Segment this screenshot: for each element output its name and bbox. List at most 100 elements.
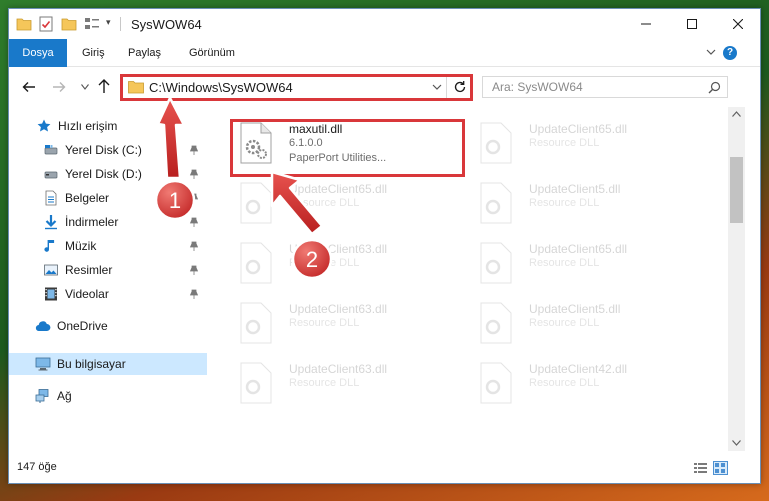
scroll-up-icon[interactable] — [732, 111, 741, 117]
address-bar-highlight: C:\Windows\SysWOW64 — [120, 74, 473, 101]
navigation-pane: Hızlı erişim Yerel Disk (C:) Yerel Disk … — [9, 107, 207, 451]
chevron-down-icon[interactable] — [432, 83, 442, 91]
tab-gorunum[interactable]: Görünüm — [189, 39, 235, 67]
sidebar-item-videos[interactable]: Videolar — [9, 283, 207, 305]
close-button[interactable] — [715, 9, 760, 39]
music-icon — [44, 240, 55, 252]
sidebar-item-onedrive[interactable]: OneDrive — [9, 315, 207, 337]
file-item[interactable]: UpdateClient63.dll Resource DLL — [224, 235, 464, 291]
help-button[interactable]: ? — [723, 46, 737, 60]
view-options-icon[interactable] — [84, 16, 100, 32]
close-icon — [733, 19, 743, 29]
file-description: Resource DLL — [529, 197, 600, 209]
file-description: Resource DLL — [289, 257, 360, 269]
tab-paylas[interactable]: Paylaş — [128, 39, 161, 67]
file-list: maxutil.dll 6.1.0.0 PaperPort Utilities.… — [216, 107, 728, 451]
sidebar-item-pictures[interactable]: Resimler — [9, 259, 207, 281]
title-bar: ▾ SysWOW64 — [9, 9, 760, 39]
sidebar-item-downloads[interactable]: İndirmeler — [9, 211, 207, 233]
file-item[interactable]: UpdateClient42.dll Resource DLL — [464, 355, 704, 411]
search-icon[interactable] — [708, 81, 721, 94]
minimize-button[interactable] — [623, 9, 669, 39]
file-description: Resource DLL — [529, 317, 600, 329]
file-item[interactable]: UpdateClient5.dll Resource DLL — [464, 175, 704, 231]
scroll-down-icon[interactable] — [732, 440, 741, 446]
file-description: Resource DLL — [289, 377, 360, 389]
folder-icon[interactable] — [16, 16, 32, 32]
sidebar-item-documents[interactable]: Belgeler — [9, 187, 207, 209]
search-placeholder: Ara: SysWOW64 — [492, 80, 583, 94]
scrollbar-thumb[interactable] — [730, 157, 743, 223]
refresh-icon[interactable] — [453, 80, 467, 94]
status-bar: 147 öğe — [9, 451, 760, 483]
ribbon-tabs: Dosya Giriş Paylaş Görünüm ? — [9, 39, 760, 67]
pin-icon[interactable] — [189, 145, 199, 155]
file-name: UpdateClient65.dll — [289, 182, 388, 196]
file-item[interactable]: UpdateClient63.dll Resource DLL — [224, 355, 464, 411]
maximize-icon — [687, 19, 697, 29]
properties-check-icon[interactable] — [39, 16, 53, 32]
recent-locations-icon[interactable] — [81, 84, 89, 90]
back-arrow-icon[interactable] — [21, 79, 37, 95]
file-item[interactable]: UpdateClient65.dll Resource DLL — [464, 235, 704, 291]
dll-file-icon — [480, 362, 512, 404]
file-name: UpdateClient5.dll — [529, 302, 621, 316]
navigation-bar: C:\Windows\SysWOW64 Ara: SysWOW64 — [9, 67, 760, 107]
tab-giris[interactable]: Giriş — [82, 39, 105, 67]
dll-file-icon — [480, 302, 512, 344]
file-name: UpdateClient42.dll — [529, 362, 628, 376]
sidebar-item-local-disk-c[interactable]: Yerel Disk (C:) — [9, 139, 207, 161]
file-name: UpdateClient65.dll — [529, 122, 628, 136]
video-icon — [45, 287, 57, 301]
up-arrow-icon[interactable] — [97, 78, 111, 94]
pin-icon[interactable] — [189, 289, 199, 299]
dll-file-icon — [480, 182, 512, 224]
star-icon — [37, 119, 51, 132]
file-highlight-box — [230, 119, 465, 177]
folder-icon — [128, 81, 144, 94]
documents-icon — [45, 190, 57, 206]
pin-icon[interactable] — [189, 241, 199, 251]
sidebar-item-this-pc[interactable]: Bu bilgisayar — [9, 353, 207, 375]
details-view-icon[interactable] — [693, 461, 708, 475]
pin-icon[interactable] — [189, 169, 199, 179]
forward-arrow-icon[interactable] — [51, 79, 67, 95]
download-icon — [45, 215, 57, 230]
file-item[interactable]: UpdateClient65.dll Resource DLL — [464, 115, 704, 171]
pin-icon[interactable] — [189, 265, 199, 275]
expand-ribbon-icon[interactable] — [705, 46, 717, 58]
search-input[interactable]: Ara: SysWOW64 — [482, 76, 728, 98]
dll-file-icon — [480, 122, 512, 164]
file-name: UpdateClient63.dll — [289, 362, 388, 376]
new-folder-icon[interactable] — [61, 16, 77, 32]
file-name: UpdateClient65.dll — [529, 242, 628, 256]
file-description: Resource DLL — [529, 137, 600, 149]
dll-file-icon — [240, 302, 272, 344]
tab-dosya[interactable]: Dosya — [9, 39, 67, 67]
pin-icon[interactable] — [189, 193, 199, 203]
minimize-icon — [641, 23, 651, 25]
file-item[interactable]: UpdateClient5.dll Resource DLL — [464, 295, 704, 351]
explorer-window: ▾ SysWOW64 Dosya Giriş Paylaş Görünüm ? — [8, 8, 761, 484]
sidebar-item-quick-access[interactable]: Hızlı erişim — [9, 115, 207, 137]
file-name: UpdateClient5.dll — [529, 182, 621, 196]
pin-icon[interactable] — [189, 217, 199, 227]
file-description: Resource DLL — [529, 257, 600, 269]
drive-icon — [44, 171, 58, 179]
maximize-button[interactable] — [669, 9, 715, 39]
dll-file-icon — [240, 242, 272, 284]
file-item[interactable]: UpdateClient63.dll Resource DLL — [224, 295, 464, 351]
address-bar[interactable]: C:\Windows\SysWOW64 — [123, 77, 447, 98]
file-description: Resource DLL — [289, 197, 360, 209]
file-item[interactable]: UpdateClient65.dll Resource DLL — [224, 175, 464, 231]
vertical-scrollbar[interactable] — [728, 107, 745, 451]
dll-file-icon — [480, 242, 512, 284]
sidebar-item-network[interactable]: Ağ — [9, 385, 207, 407]
tiles-view-icon[interactable] — [713, 461, 728, 475]
address-path[interactable]: C:\Windows\SysWOW64 — [149, 80, 293, 95]
drive-icon — [44, 145, 58, 155]
sidebar-item-local-disk-d[interactable]: Yerel Disk (D:) — [9, 163, 207, 185]
sidebar-item-music[interactable]: Müzik — [9, 235, 207, 257]
quick-access-dropdown-icon[interactable]: ▾ — [106, 17, 111, 28]
dll-file-icon — [240, 362, 272, 404]
